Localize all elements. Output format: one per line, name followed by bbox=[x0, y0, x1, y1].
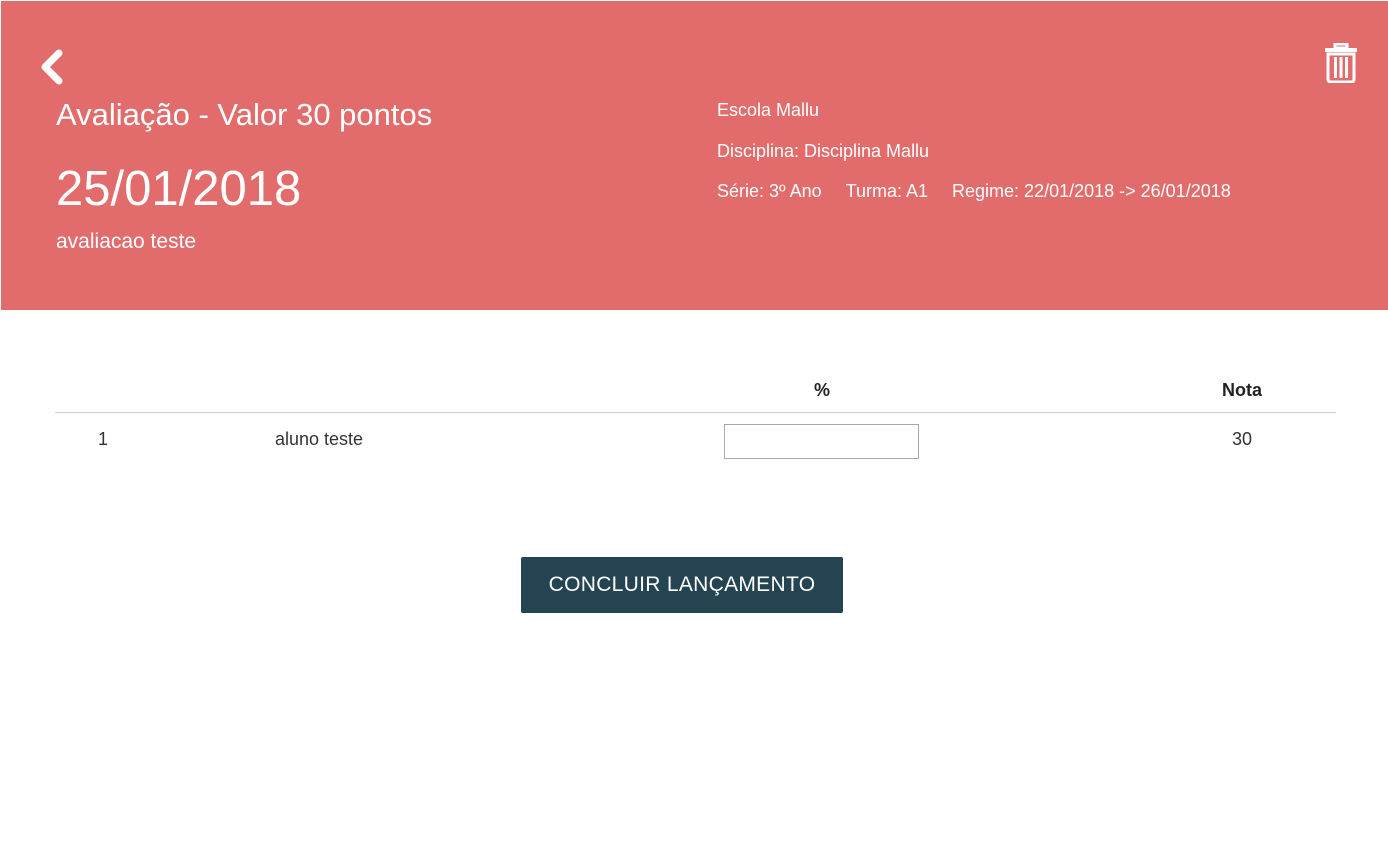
percent-input[interactable] bbox=[724, 424, 919, 459]
regime-label: Regime: 22/01/2018 -> 26/01/2018 bbox=[952, 181, 1231, 201]
class-meta: Série: 3º Ano Turma: A1 Regime: 22/01/20… bbox=[717, 181, 1231, 202]
student-name: aluno teste bbox=[275, 429, 364, 449]
grades-table: % Nota 1 aluno teste 30 bbox=[55, 370, 1336, 463]
table-header: % Nota bbox=[55, 370, 1336, 413]
discipline-label: Disciplina: Disciplina Mallu bbox=[717, 141, 930, 161]
turma-label: Turma: A1 bbox=[845, 181, 929, 201]
serie-label: Série: 3º Ano bbox=[717, 181, 822, 201]
column-header-grade: Nota bbox=[1222, 380, 1262, 400]
evaluation-title: Avaliação - Valor 30 pontos bbox=[56, 97, 433, 132]
column-header-percent: % bbox=[813, 380, 830, 400]
student-grade: 30 bbox=[1231, 429, 1253, 449]
school-name: Escola Mallu bbox=[717, 100, 820, 120]
conclude-launch-button[interactable]: CONCLUIR LANÇAMENTO bbox=[521, 557, 843, 613]
back-button[interactable] bbox=[37, 49, 65, 85]
delete-button[interactable] bbox=[1323, 42, 1359, 84]
header-banner: Avaliação - Valor 30 pontos 25/01/2018 a… bbox=[1, 1, 1388, 310]
trash-icon bbox=[1325, 42, 1357, 84]
evaluation-date: 25/01/2018 bbox=[56, 162, 302, 216]
table-row: 1 aluno teste 30 bbox=[55, 413, 1336, 463]
evaluation-description: avaliacao teste bbox=[56, 230, 197, 253]
row-number: 1 bbox=[97, 429, 108, 449]
chevron-left-icon bbox=[41, 49, 63, 85]
